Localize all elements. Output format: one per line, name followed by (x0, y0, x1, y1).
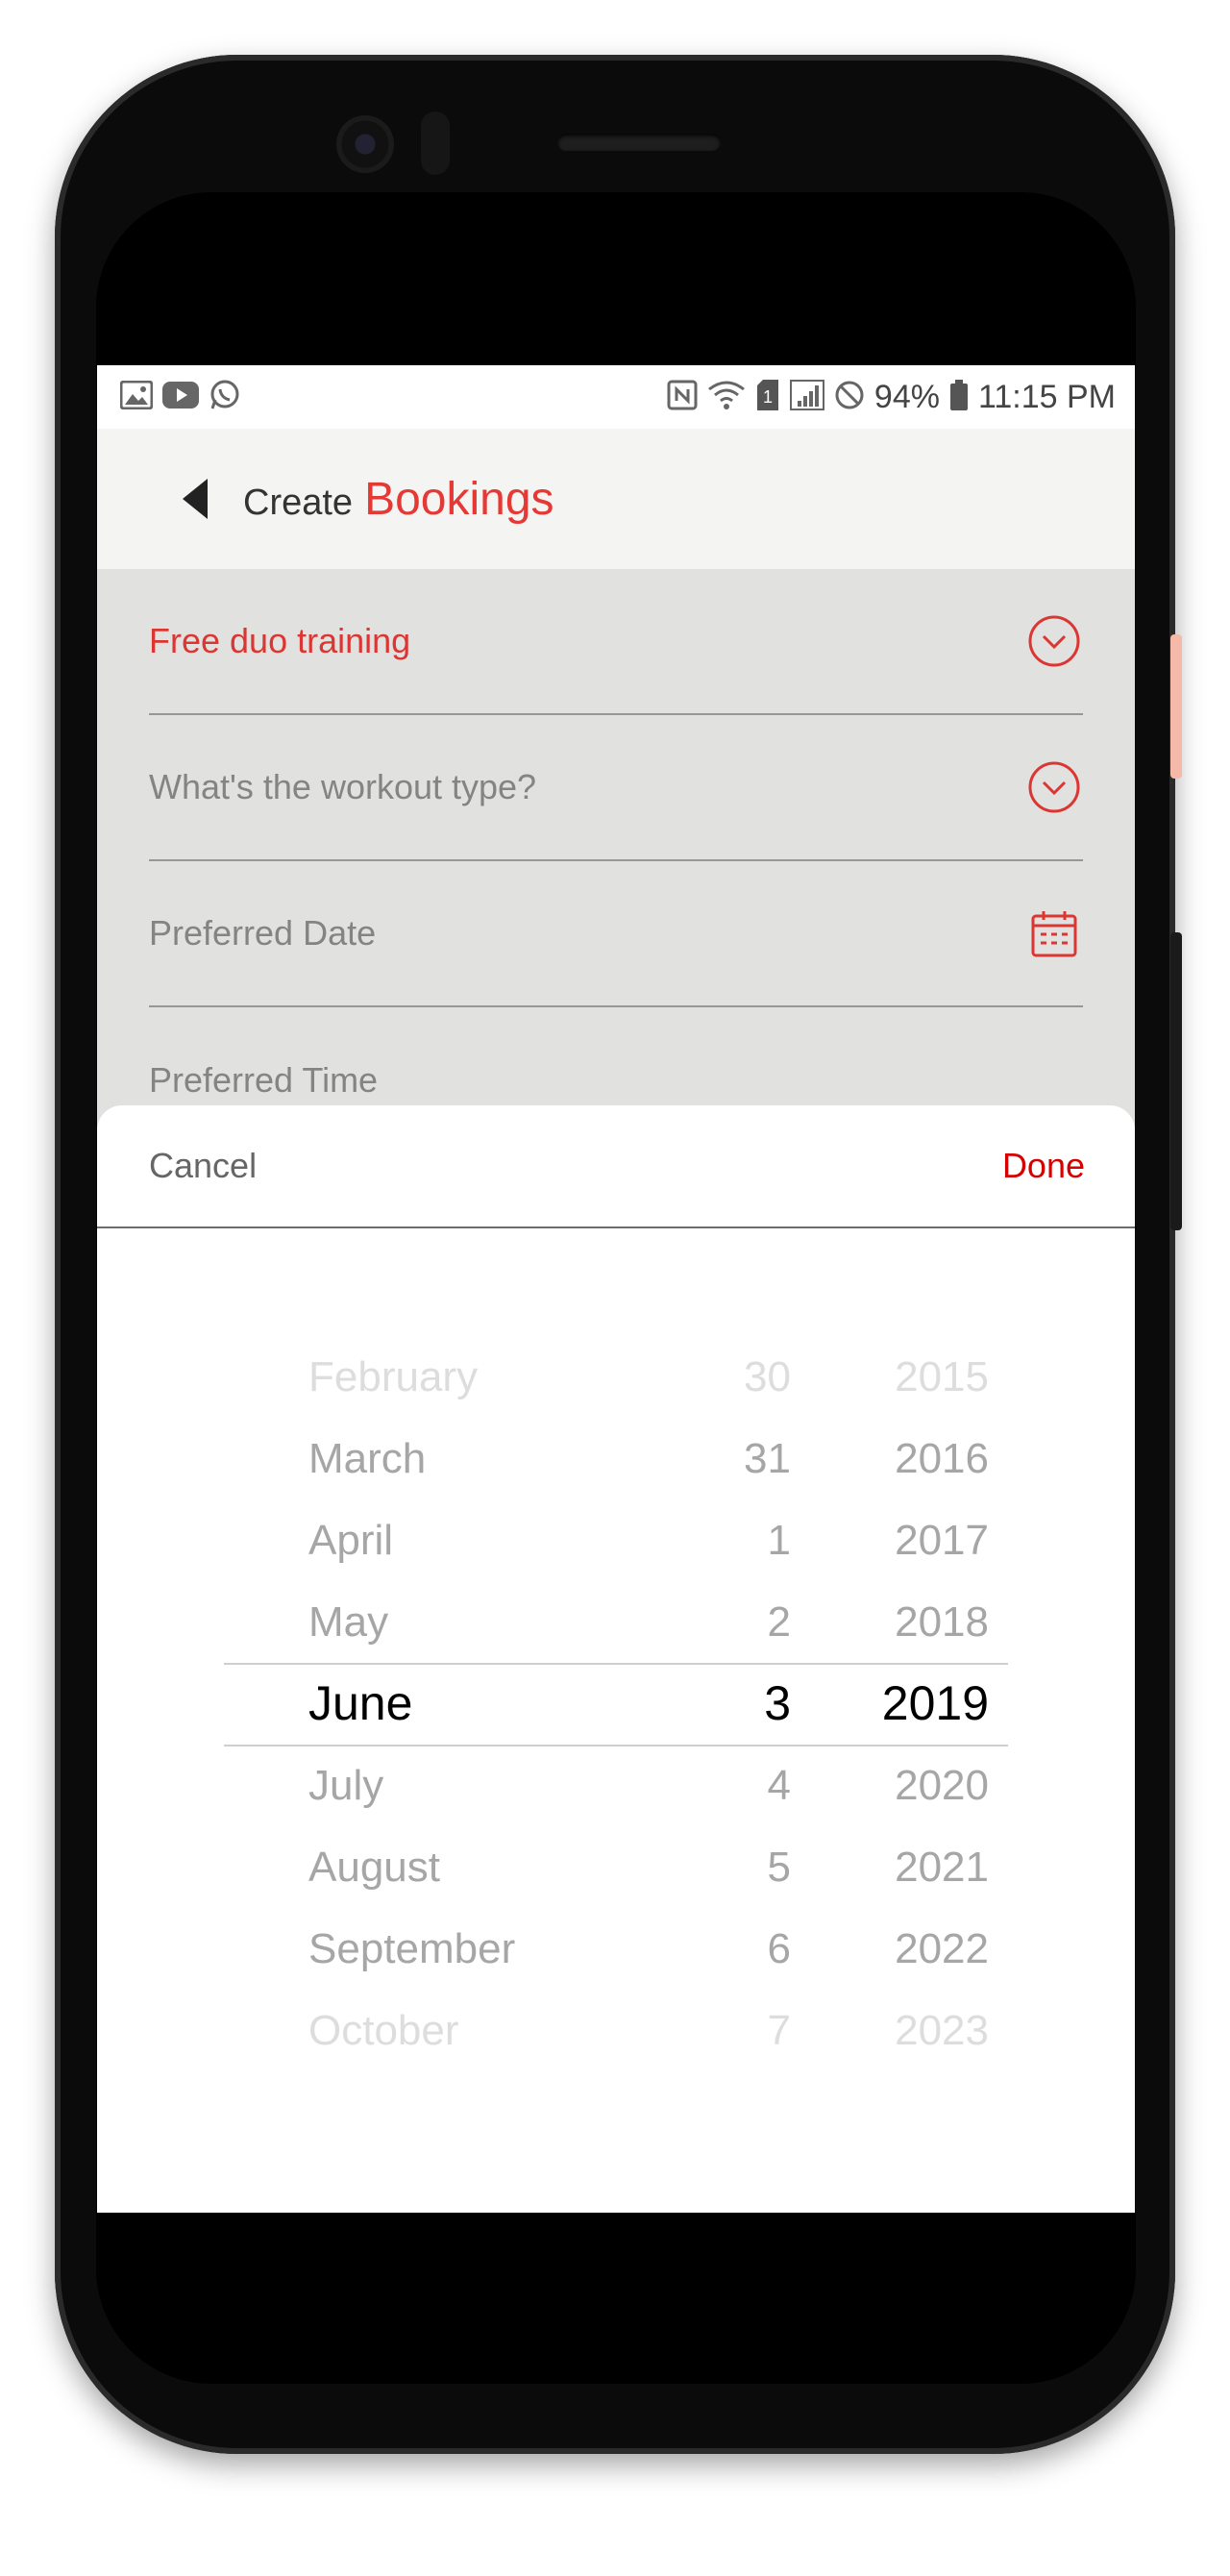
back-button[interactable] (157, 460, 234, 537)
month-option[interactable]: September (308, 1908, 515, 1990)
month-option[interactable]: May (308, 1581, 388, 1663)
year-option[interactable]: 2021 (895, 1826, 989, 1908)
page-title-accent: Bookings (364, 473, 554, 525)
earpiece-speaker (557, 134, 721, 151)
page-title-prefix: Create (243, 482, 354, 523)
year-option[interactable]: 2016 (895, 1418, 989, 1499)
battery-percent: 94% (873, 378, 940, 415)
svg-text:1: 1 (763, 387, 773, 407)
day-option[interactable]: 31 (744, 1418, 791, 1499)
month-option[interactable]: April (308, 1499, 393, 1581)
month-option[interactable]: February (308, 1336, 478, 1418)
date-picker-sheet: Cancel Done February March April May June Jul… (97, 1105, 1135, 2213)
wifi-icon (707, 380, 746, 415)
month-option[interactable]: July (308, 1745, 383, 1826)
page-title: Create Bookings (243, 473, 554, 526)
status-bar: 1 94% 11:15 PM (97, 365, 1135, 429)
sheet-toolbar: Cancel Done (97, 1105, 1135, 1228)
power-button (1170, 634, 1182, 779)
dnd-icon (834, 380, 865, 415)
month-option[interactable]: October (308, 1990, 459, 2071)
front-camera (336, 115, 394, 173)
month-option[interactable]: June (308, 1663, 412, 1745)
nfc-icon (667, 380, 698, 415)
youtube-icon (162, 381, 199, 413)
year-option[interactable]: 2020 (895, 1745, 989, 1826)
volume-button (1170, 932, 1182, 1230)
app-screen: 1 94% 11:15 PM Create Bookings Free duo … (97, 365, 1135, 2213)
date-wheel-picker[interactable]: February March April May June July August Septe… (97, 1228, 1135, 2213)
year-option[interactable]: 2022 (895, 1908, 989, 1990)
month-option[interactable]: March (308, 1418, 426, 1499)
cancel-button[interactable]: Cancel (149, 1146, 257, 1186)
back-arrow-icon (183, 479, 208, 519)
day-option[interactable]: 30 (744, 1336, 791, 1418)
done-button[interactable]: Done (1002, 1146, 1085, 1186)
year-option[interactable]: 2017 (895, 1499, 989, 1581)
day-option[interactable]: 4 (768, 1745, 791, 1826)
day-option[interactable]: 7 (768, 1990, 791, 2071)
signal-icon (789, 379, 824, 415)
app-header: Create Bookings (97, 429, 1135, 569)
year-option[interactable]: 2023 (895, 1990, 989, 2071)
battery-icon (949, 379, 969, 415)
sim-icon: 1 (755, 379, 780, 415)
year-option[interactable]: 2015 (895, 1336, 989, 1418)
clock: 11:15 PM (977, 378, 1116, 415)
day-option[interactable]: 3 (764, 1663, 791, 1745)
day-option[interactable]: 1 (768, 1499, 791, 1581)
image-icon (119, 380, 154, 414)
day-option[interactable]: 6 (768, 1908, 791, 1990)
day-option[interactable]: 5 (768, 1826, 791, 1908)
whatsapp-icon (209, 379, 241, 416)
day-option[interactable]: 2 (768, 1581, 791, 1663)
month-option[interactable]: August (308, 1826, 440, 1908)
year-option[interactable]: 2019 (882, 1663, 989, 1745)
proximity-sensor (421, 111, 450, 175)
year-option[interactable]: 2018 (895, 1581, 989, 1663)
